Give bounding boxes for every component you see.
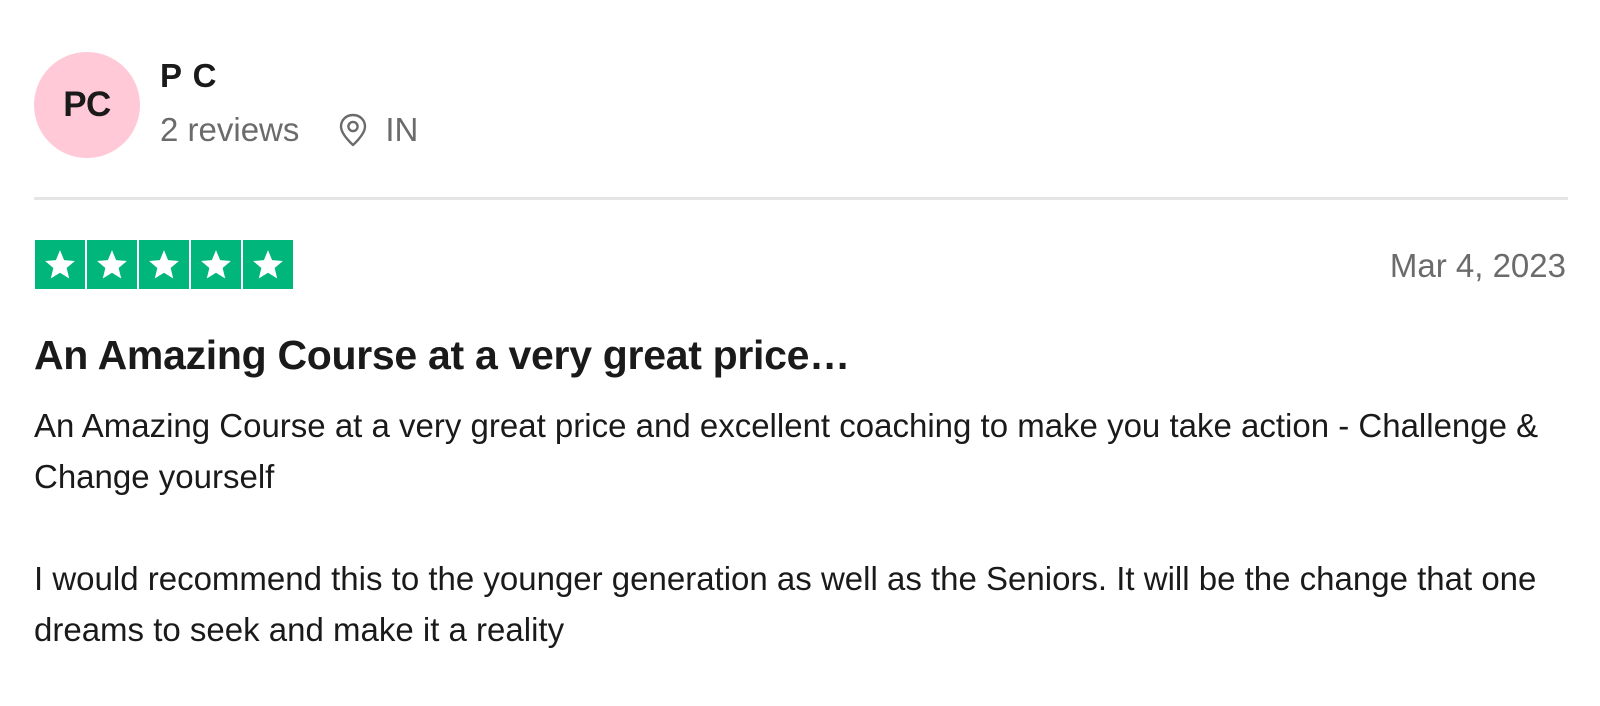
star-icon (139, 240, 189, 289)
reviewer-meta: 2 reviews IN (160, 110, 418, 150)
location-pin-icon (337, 112, 369, 148)
avatar[interactable]: PC (34, 52, 140, 158)
reviewer-info: P C 2 reviews IN (160, 52, 418, 150)
star-rating (35, 240, 293, 289)
star-icon (191, 240, 241, 289)
review-date: Mar 4, 2023 (1389, 247, 1566, 284)
reviews-count: 2 reviews (160, 111, 300, 148)
star-icon (87, 240, 137, 289)
divider (34, 197, 1568, 200)
reviewer-header: PC P C 2 reviews IN (34, 52, 418, 160)
star-icon (243, 240, 293, 289)
review-body: An Amazing Course at a very great price … (34, 400, 1568, 706)
reviewer-country: IN (385, 111, 419, 148)
reviewer-name[interactable]: P C (160, 56, 418, 96)
review-paragraph: I would recommend this to the younger ge… (34, 560, 1537, 648)
review-paragraph: An Amazing Course at a very great price … (34, 407, 1539, 495)
review-title[interactable]: An Amazing Course at a very great price… (34, 330, 850, 380)
star-icon (35, 240, 85, 289)
review-card: PC P C 2 reviews IN Mar 4, 2023 An Amazi… (34, 0, 1568, 669)
